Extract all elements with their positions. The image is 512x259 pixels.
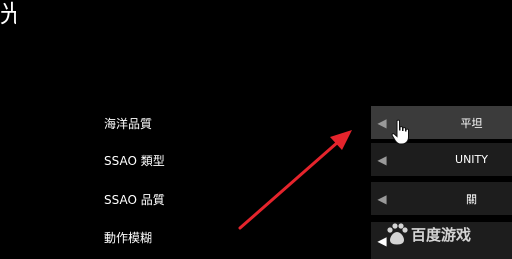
paw-logo-icon: [387, 223, 408, 245]
ocean-quality-value: 平坦: [460, 116, 483, 130]
left-arrow-icon[interactable]: ◀: [371, 106, 393, 139]
watermark: 百度游戏: [386, 222, 471, 246]
left-arrow-icon[interactable]: ◀: [371, 182, 393, 215]
hand-cursor-icon: [391, 119, 409, 145]
ssao-type-selector[interactable]: ◀ UNITY: [371, 143, 512, 176]
ssao-type-value: UNITY: [455, 153, 488, 166]
setting-label-ssao-quality: SSAO 品質: [104, 193, 165, 207]
ssao-quality-value: 關: [466, 192, 477, 206]
ssao-quality-selector[interactable]: ◀ 關: [371, 182, 512, 215]
setting-label-ocean-quality: 海洋品質: [104, 117, 153, 131]
setting-label-ssao-type: SSAO 類型: [104, 154, 165, 168]
watermark-text: 百度游戏: [411, 225, 472, 244]
title-fragment: 光: [0, 0, 16, 28]
setting-label-motion-blur: 動作模糊: [104, 231, 153, 245]
left-arrow-icon[interactable]: ◀: [371, 143, 393, 176]
